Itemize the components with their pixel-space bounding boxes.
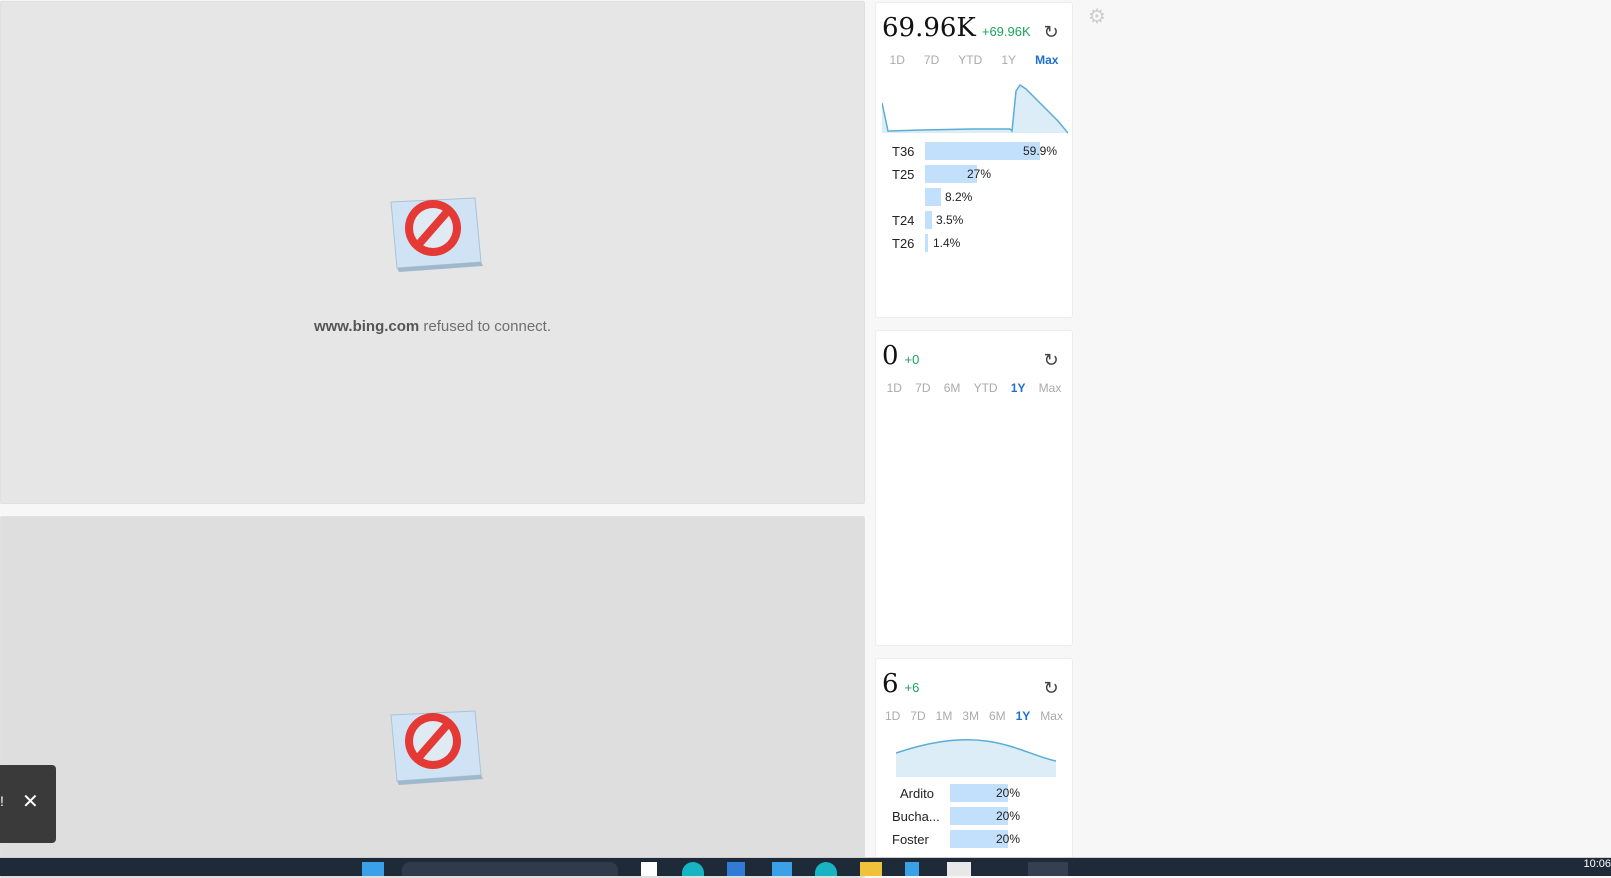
bar-percent: 20% bbox=[996, 832, 1021, 846]
bar-label: Ardito bbox=[900, 786, 934, 801]
metric-value-row: 69.96K +69.96K bbox=[882, 13, 1031, 43]
metric-delta: +0 bbox=[904, 352, 920, 367]
bar-percent: 20% bbox=[996, 786, 1021, 800]
range-tab-7d[interactable]: 7D bbox=[910, 709, 925, 723]
bar-label: T36 bbox=[892, 144, 915, 159]
breakdown-bars: Ardito 20% Bucha... 20% Foster 20% bbox=[876, 782, 1072, 851]
bar-percent: 1.4% bbox=[933, 236, 961, 250]
bar-percent: 8.2% bbox=[945, 190, 973, 204]
range-tab-max[interactable]: Max bbox=[1039, 381, 1062, 395]
sparkline-chart bbox=[882, 83, 1068, 134]
start-icon[interactable] bbox=[362, 862, 384, 876]
folder-icon[interactable] bbox=[860, 862, 882, 876]
bar-fill bbox=[925, 211, 932, 229]
bar-row: Ardito 20% bbox=[876, 782, 1072, 805]
range-tab-6m[interactable]: 6M bbox=[989, 709, 1006, 723]
task-view-icon[interactable] bbox=[641, 862, 657, 876]
bar-row: Foster 20% bbox=[876, 828, 1072, 851]
taskbar: 10:06 bbox=[0, 857, 1611, 876]
bar-percent: 27% bbox=[967, 167, 992, 181]
range-tab-1y[interactable]: 1Y bbox=[1001, 53, 1016, 67]
active-app-icon[interactable] bbox=[1028, 862, 1068, 876]
store-icon[interactable] bbox=[772, 862, 792, 876]
bar-row: T36 59.9% bbox=[876, 140, 1072, 163]
metric-value: 69.96K bbox=[882, 13, 976, 43]
bar-row: T25 27% bbox=[876, 163, 1072, 186]
metric-delta: +69.96K bbox=[981, 24, 1031, 39]
bar-label: T24 bbox=[892, 213, 915, 228]
blocked-icon bbox=[390, 710, 483, 785]
bar-row: 8.2% bbox=[876, 186, 1072, 209]
range-tab-ytd[interactable]: YTD bbox=[974, 381, 998, 395]
breakdown-bars: T36 59.9% T25 27% 8.2% T24 3.5% T26 1.4% bbox=[876, 140, 1072, 255]
bar-percent: 20% bbox=[996, 809, 1021, 823]
refused-message: www.bing.com refused to connect. bbox=[1, 318, 864, 335]
bar-fill bbox=[925, 188, 941, 206]
refused-text: refused to connect. bbox=[423, 318, 552, 335]
embedded-frame-top: www.bing.com refused to connect. bbox=[0, 1, 865, 504]
search-input[interactable] bbox=[402, 862, 618, 876]
bar-fill bbox=[925, 234, 928, 252]
metric-card-1: 69.96K +69.96K ↻ 1D 7D YTD 1Y Max T36 59… bbox=[875, 2, 1073, 318]
bar-label: T25 bbox=[892, 167, 915, 182]
range-tab-1y[interactable]: 1Y bbox=[1011, 381, 1026, 395]
bar-row: T24 3.5% bbox=[876, 209, 1072, 232]
range-tab-max[interactable]: Max bbox=[1035, 53, 1058, 67]
range-tabs: 1D 7D 6M YTD 1Y Max bbox=[876, 381, 1072, 395]
embedded-frame-bottom bbox=[0, 516, 865, 878]
clock: 10:06 bbox=[1583, 858, 1611, 870]
range-tab-1y[interactable]: 1Y bbox=[1016, 709, 1031, 723]
bar-label: Bucha... bbox=[892, 809, 940, 824]
bar-row: Bucha... 20% bbox=[876, 805, 1072, 828]
bar-percent: 3.5% bbox=[936, 213, 964, 227]
range-tab-1d[interactable]: 1D bbox=[885, 709, 900, 723]
toast-text: ! bbox=[0, 793, 4, 809]
range-tab-max[interactable]: Max bbox=[1040, 709, 1063, 723]
range-tab-7d[interactable]: 7D bbox=[924, 53, 939, 67]
refresh-icon[interactable]: ↻ bbox=[1042, 23, 1060, 41]
app-icon[interactable] bbox=[905, 862, 919, 876]
metric-value: 6 bbox=[882, 669, 899, 699]
refused-host: www.bing.com bbox=[313, 318, 420, 335]
metric-card-3: 6 +6 ↻ 1D 7D 1M 3M 6M 1Y Max Ardito 20% … bbox=[875, 658, 1073, 860]
edge-icon[interactable] bbox=[682, 862, 704, 876]
range-tab-1m[interactable]: 1M bbox=[936, 709, 953, 723]
bar-label: T26 bbox=[892, 236, 915, 251]
refresh-icon[interactable]: ↻ bbox=[1042, 679, 1060, 697]
gear-icon[interactable]: ⚙ bbox=[1088, 4, 1106, 29]
range-tabs: 1D 7D 1M 3M 6M 1Y Max bbox=[876, 709, 1072, 723]
metric-value-row: 6 +6 bbox=[882, 669, 919, 699]
range-tab-7d[interactable]: 7D bbox=[915, 381, 930, 395]
refresh-icon[interactable]: ↻ bbox=[1042, 351, 1060, 369]
browser-icon[interactable] bbox=[815, 862, 837, 876]
sparkline-area bbox=[882, 85, 1068, 133]
app-icon[interactable] bbox=[947, 862, 971, 876]
bar-label: Foster bbox=[892, 832, 929, 847]
notification-toast: ! ✕ bbox=[0, 765, 56, 843]
bar-percent: 59.9% bbox=[1023, 144, 1058, 158]
blocked-icon bbox=[390, 197, 483, 272]
range-tab-3m[interactable]: 3M bbox=[962, 709, 979, 723]
range-tab-1d[interactable]: 1D bbox=[890, 53, 905, 67]
range-tab-ytd[interactable]: YTD bbox=[958, 53, 982, 67]
metric-card-2: 0 +0 ↻ 1D 7D 6M YTD 1Y Max bbox=[875, 330, 1073, 646]
metric-delta: +6 bbox=[904, 680, 920, 695]
metric-value: 0 bbox=[882, 341, 899, 371]
sparkline-chart bbox=[896, 739, 1056, 777]
bar-row: T26 1.4% bbox=[876, 232, 1072, 255]
metric-value-row: 0 +0 bbox=[882, 341, 919, 371]
range-tabs: 1D 7D YTD 1Y Max bbox=[876, 53, 1072, 67]
range-tab-6m[interactable]: 6M bbox=[944, 381, 961, 395]
range-tab-1d[interactable]: 1D bbox=[887, 381, 902, 395]
close-icon[interactable]: ✕ bbox=[22, 789, 39, 814]
app-icon[interactable] bbox=[727, 862, 745, 876]
